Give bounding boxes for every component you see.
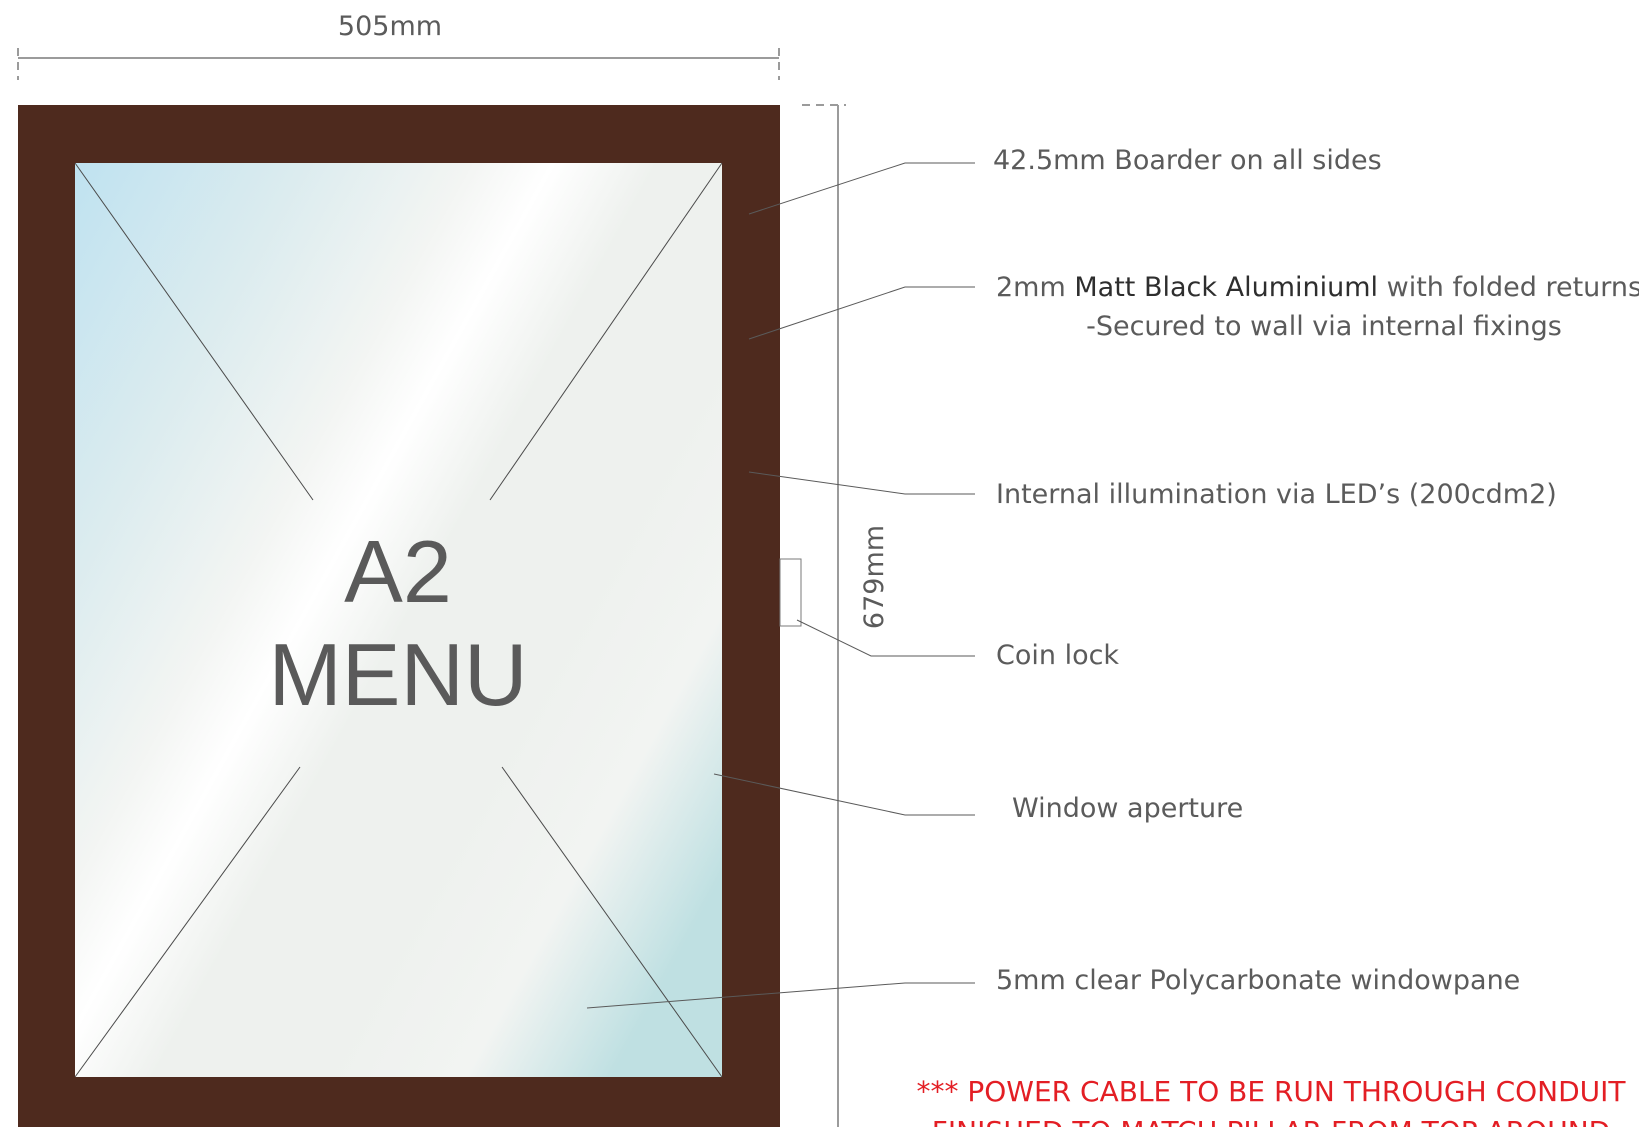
leader-border xyxy=(748,162,975,215)
callout-material-name: Matt Black Aluminiuml xyxy=(1074,272,1378,303)
callout-coin-lock: Coin lock xyxy=(996,640,1119,671)
callout-illumination: Internal illumination via LED’s (200cdm2… xyxy=(996,479,1557,510)
callout-pane: 5mm clear Polycarbonate windowpane xyxy=(996,965,1520,996)
callout-fixing: -Secured to wall via internal fixings xyxy=(1086,311,1562,342)
panel-title-line1: A2 xyxy=(344,522,452,621)
callout-material-suffix: with folded returns xyxy=(1378,272,1639,303)
coin-lock xyxy=(779,558,802,627)
callout-material-prefix: 2mm xyxy=(996,272,1074,303)
width-dimension: 505mm xyxy=(17,11,780,80)
leader-material xyxy=(748,286,975,340)
panel-title-line2: MENU xyxy=(268,625,527,724)
warning-line2: FINISHED TO MATCH PILLAR FROM TOP AROUND xyxy=(932,1115,1610,1127)
warning-line1: *** POWER CABLE TO BE RUN THROUGH CONDUI… xyxy=(916,1075,1626,1108)
callout-border: 42.5mm Boarder on all sides xyxy=(993,145,1382,176)
leader-illumination xyxy=(748,471,975,495)
height-dimension-label: 679mm xyxy=(859,525,890,629)
callout-aperture: Window aperture xyxy=(1012,793,1243,824)
a2-menu-technical-drawing: 505mm A2 MENU 679mm 42.5mm Boarder on al… xyxy=(17,11,1639,1127)
callout-material: 2mm Matt Black Aluminiuml with folded re… xyxy=(996,272,1639,303)
height-dimension: 679mm xyxy=(802,104,890,1127)
width-dimension-label: 505mm xyxy=(338,11,442,42)
